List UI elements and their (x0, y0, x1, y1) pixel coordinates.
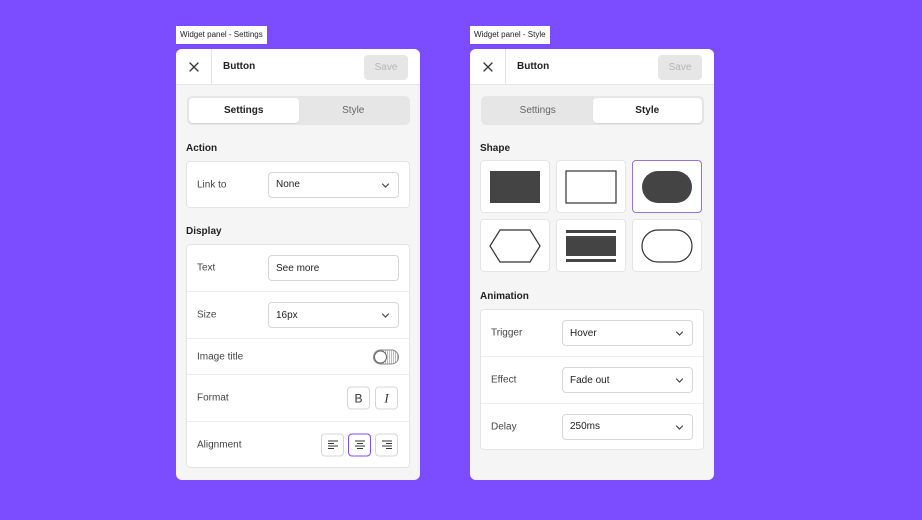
size-label: Size (197, 309, 217, 321)
text-input[interactable]: See more (268, 255, 399, 281)
effect-value: Fade out (570, 374, 610, 386)
italic-button[interactable]: I (375, 386, 398, 410)
bold-icon: B (354, 391, 363, 405)
tab-bar: Settings Style (481, 96, 704, 125)
close-button[interactable] (470, 49, 506, 85)
chevron-down-icon (381, 182, 390, 188)
trigger-row: Trigger Hover (481, 310, 703, 357)
chevron-down-icon (675, 331, 684, 336)
section-label-display: Display (186, 226, 222, 237)
link-to-row: Link to None (187, 162, 409, 207)
format-label: Format (197, 392, 229, 404)
align-right-button[interactable] (375, 433, 398, 456)
effect-row: Effect Fade out (481, 357, 703, 404)
style-panel-tag: Widget panel - Style (470, 26, 550, 44)
italic-icon: I (384, 390, 389, 405)
alignment-label: Alignment (197, 439, 242, 450)
outline-pill-icon (641, 228, 693, 263)
shape-option-outline-hexagon[interactable] (480, 219, 550, 272)
delay-row: Delay 250ms (481, 404, 703, 449)
section-label-action: Action (186, 143, 218, 154)
image-title-label: Image title (197, 351, 244, 362)
trigger-select[interactable]: Hover (562, 320, 693, 346)
panel-header: Button Save (176, 49, 420, 85)
tab-style[interactable]: Style (299, 98, 409, 123)
align-center-button[interactable] (348, 433, 371, 456)
chevron-down-icon (675, 424, 684, 430)
section-label-shape: Shape (480, 143, 511, 154)
panel-title: Button (517, 61, 550, 72)
delay-select[interactable]: 250ms (562, 413, 693, 440)
delay-value: 250ms (570, 421, 601, 432)
size-value: 16px (276, 309, 298, 321)
align-center-icon (354, 440, 365, 449)
outline-rectangle-icon (565, 169, 617, 204)
shape-option-filled-rectangle[interactable] (480, 160, 550, 213)
align-left-icon (327, 440, 338, 449)
effect-label: Effect (491, 374, 517, 386)
close-icon (482, 61, 493, 72)
tab-settings[interactable]: Settings (189, 98, 299, 123)
outline-hexagon-icon (489, 228, 541, 263)
alignment-row: Alignment (187, 422, 409, 467)
link-to-label: Link to (197, 179, 227, 190)
style-panel: Button Save Settings Style Shape Animati… (470, 49, 714, 480)
section-label-animation: Animation (480, 291, 529, 302)
panel-header: Button Save (470, 49, 714, 85)
chevron-down-icon (675, 378, 684, 383)
effect-select[interactable]: Fade out (562, 367, 693, 393)
action-card: Link to None (186, 161, 410, 208)
shape-option-outline-rectangle[interactable] (556, 160, 626, 213)
close-button[interactable] (176, 49, 212, 85)
shape-option-striped-rectangle[interactable] (556, 219, 626, 272)
panel-title: Button (223, 61, 256, 72)
align-right-icon (381, 440, 392, 449)
filled-pill-icon (642, 170, 692, 203)
tab-bar: Settings Style (187, 96, 410, 125)
text-row: Text See more (187, 245, 409, 292)
animation-card: Trigger Hover Effect Fade out Delay 250m… (480, 309, 704, 450)
save-button[interactable]: Save (364, 55, 408, 80)
settings-panel-tag: Widget panel - Settings (176, 26, 267, 44)
striped-rectangle-icon (566, 229, 616, 262)
image-title-row: Image title (187, 339, 409, 375)
align-left-button[interactable] (321, 433, 344, 456)
chevron-down-icon (381, 313, 390, 318)
close-icon (188, 61, 199, 72)
link-to-value: None (276, 179, 300, 190)
shape-option-outline-pill[interactable] (632, 219, 702, 272)
trigger-value: Hover (570, 327, 597, 339)
tab-style[interactable]: Style (592, 98, 702, 123)
size-row: Size 16px (187, 292, 409, 339)
shape-grid (480, 160, 704, 272)
tab-settings[interactable]: Settings (483, 98, 593, 123)
delay-label: Delay (491, 421, 517, 432)
save-button[interactable]: Save (658, 55, 702, 80)
link-to-select[interactable]: None (268, 171, 399, 198)
image-title-toggle[interactable] (373, 349, 399, 364)
text-label: Text (197, 262, 216, 274)
filled-rectangle-icon (490, 170, 540, 203)
display-card: Text See more Size 16px Image title Form… (186, 244, 410, 468)
settings-panel: Button Save Settings Style Action Link t… (176, 49, 420, 480)
format-row: Format B I (187, 375, 409, 422)
trigger-label: Trigger (491, 327, 523, 339)
bold-button[interactable]: B (347, 386, 370, 410)
size-select[interactable]: 16px (268, 302, 399, 328)
toggle-knob (374, 350, 387, 363)
text-value: See more (276, 262, 320, 274)
shape-option-filled-pill[interactable] (632, 160, 702, 213)
